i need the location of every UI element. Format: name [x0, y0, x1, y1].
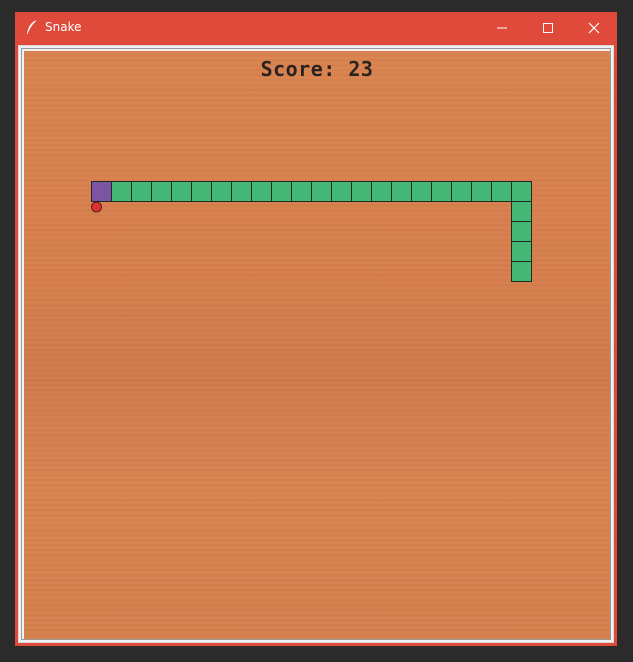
- feather-icon: [25, 19, 39, 35]
- app-window: Snake Score: 23: [15, 12, 617, 646]
- snake-head: [91, 181, 112, 202]
- snake-body-segment: [471, 181, 492, 202]
- snake-body-segment: [511, 201, 532, 222]
- snake-body-segment: [371, 181, 392, 202]
- window-title: Snake: [45, 20, 82, 34]
- snake-body-segment: [171, 181, 192, 202]
- snake-body-segment: [191, 181, 212, 202]
- game-canvas: [91, 181, 532, 282]
- snake-body-segment: [511, 261, 532, 282]
- snake-body-segment: [271, 181, 292, 202]
- canvas-frame: Score: 23: [18, 45, 614, 643]
- snake-body-segment: [311, 181, 332, 202]
- snake-body-segment: [351, 181, 372, 202]
- canvas-border: Score: 23: [21, 48, 611, 640]
- minimize-button[interactable]: [479, 12, 525, 43]
- snake-body-segment: [511, 181, 532, 202]
- snake-body-segment: [491, 181, 512, 202]
- snake-body-segment: [131, 181, 152, 202]
- snake-body-segment: [251, 181, 272, 202]
- snake-body-segment: [511, 241, 532, 262]
- snake-body-segment: [331, 181, 352, 202]
- close-icon: [588, 22, 600, 34]
- snake-body-segment: [511, 221, 532, 242]
- maximize-button[interactable]: [525, 12, 571, 43]
- snake-body-segment: [211, 181, 232, 202]
- snake-body-segment: [151, 181, 172, 202]
- snake-body-segment: [431, 181, 452, 202]
- score-label: Score: 23: [260, 57, 374, 81]
- minimize-icon: [497, 27, 507, 29]
- snake-body-segment: [231, 181, 252, 202]
- snake-body-segment: [391, 181, 412, 202]
- snake-body-segment: [291, 181, 312, 202]
- title-bar[interactable]: Snake: [15, 12, 617, 43]
- snake-body-segment: [451, 181, 472, 202]
- game-board[interactable]: Score: 23: [24, 51, 610, 639]
- maximize-icon: [543, 23, 553, 33]
- snake-body-segment: [411, 181, 432, 202]
- snake-body-segment: [111, 181, 132, 202]
- close-button[interactable]: [571, 12, 617, 43]
- food-apple: [91, 201, 102, 213]
